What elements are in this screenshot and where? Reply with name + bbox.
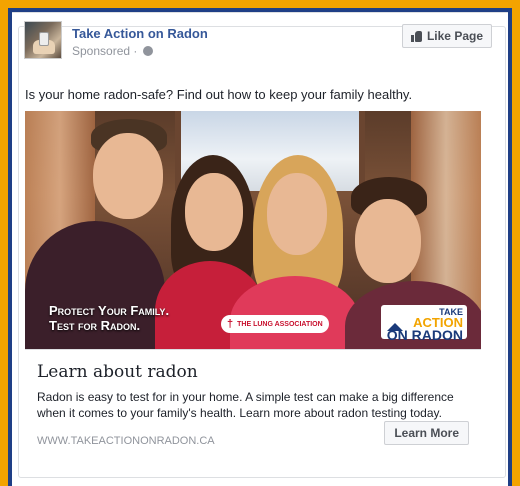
sponsored-text: Sponsored ·	[72, 44, 141, 58]
lung-association-badge: † THE LUNG ASSOCIATION	[221, 315, 329, 333]
mother-face	[267, 173, 327, 255]
son-face	[355, 199, 421, 283]
like-page-button[interactable]: Like Page	[401, 24, 492, 48]
tagline-line-1: Protect Your Family.	[49, 303, 170, 318]
thumbs-up-icon	[410, 30, 422, 42]
daughter-face	[185, 173, 243, 251]
link-preview[interactable]: Learn about radon Radon is easy to test …	[25, 349, 481, 449]
father-face	[93, 133, 163, 219]
like-page-label: Like Page	[426, 29, 483, 43]
sponsored-label: Sponsored ·	[72, 44, 153, 58]
link-description: Radon is easy to test for in your home. …	[37, 390, 454, 420]
take-action-on-radon-logo: TAKE ACTION ON RADON	[381, 305, 467, 342]
post-text: Is your home radon-safe? Find out how to…	[25, 87, 413, 102]
tagline-line-2: Test for Radon.	[49, 318, 141, 333]
page-name-link[interactable]: Take Action on Radon	[72, 26, 208, 41]
avatar-device-shape	[39, 32, 49, 46]
page-avatar[interactable]	[24, 21, 62, 59]
hero-tagline: Protect Your Family. Test for Radon.	[49, 303, 169, 333]
link-title[interactable]: Learn about radon	[37, 362, 198, 382]
double-cross-icon: †	[227, 318, 234, 330]
house-roof-icon	[387, 323, 403, 331]
lung-association-label: THE LUNG ASSOCIATION	[237, 320, 323, 328]
learn-more-button[interactable]: Learn More	[384, 421, 469, 445]
link-url: WWW.TAKEACTIONONRADON.CA	[37, 435, 215, 447]
globe-icon	[142, 46, 153, 56]
ad-hero-image[interactable]: Protect Your Family. Test for Radon. † T…	[25, 111, 481, 349]
